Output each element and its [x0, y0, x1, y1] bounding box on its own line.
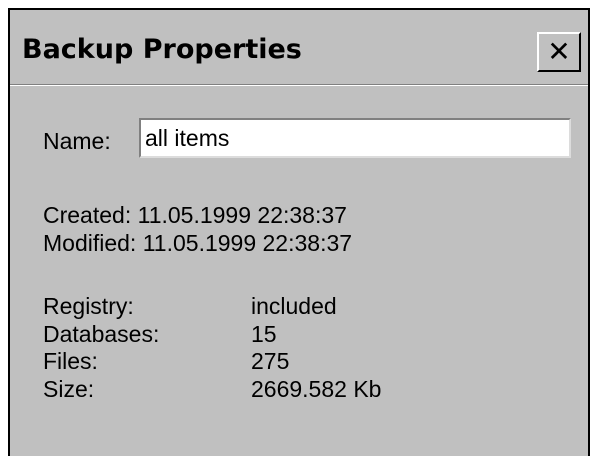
- files-value: 275: [251, 348, 290, 374]
- databases-value: 15: [251, 321, 277, 347]
- dialog-title: Backup Properties: [22, 34, 302, 65]
- registry-value: included: [251, 293, 337, 319]
- title-bar: Backup Properties ✕: [10, 10, 588, 84]
- backup-properties-dialog: Backup Properties ✕ Name: Created: 11.05…: [8, 8, 590, 456]
- created-timestamp: Created: 11.05.1999 22:38:37: [43, 202, 347, 228]
- databases-label: Databases:: [43, 321, 160, 347]
- size-value: 2669.582 Kb: [251, 376, 382, 402]
- title-divider: [10, 84, 588, 86]
- modified-timestamp: Modified: 11.05.1999 22:38:37: [43, 230, 353, 256]
- close-button[interactable]: ✕: [537, 32, 581, 72]
- registry-label: Registry:: [43, 293, 134, 319]
- files-label: Files:: [43, 348, 98, 374]
- close-icon: ✕: [547, 35, 571, 68]
- size-label: Size:: [43, 376, 95, 402]
- name-label: Name:: [43, 128, 111, 154]
- name-input[interactable]: [139, 118, 571, 158]
